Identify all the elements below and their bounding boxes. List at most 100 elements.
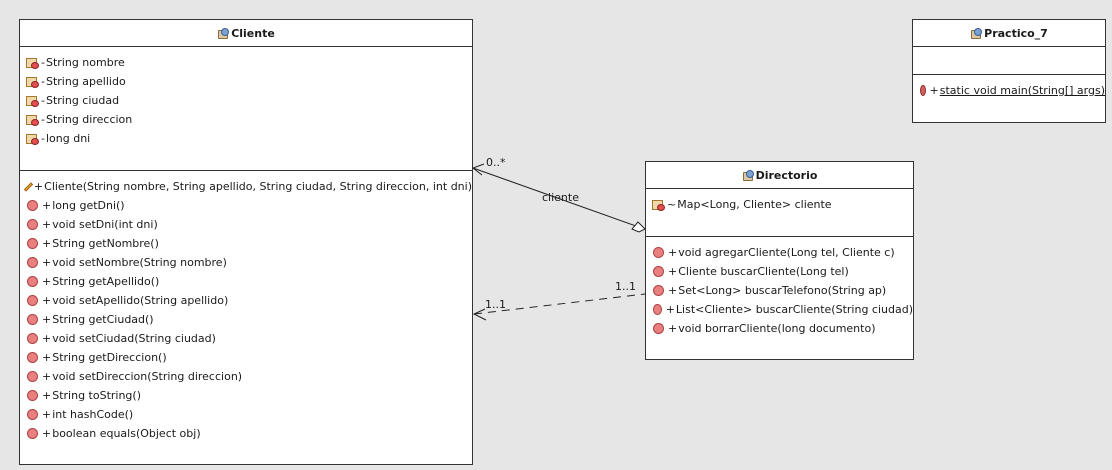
operation-text: String getDireccion() (52, 351, 167, 364)
visibility-marker: + (42, 332, 52, 345)
method-icon (653, 247, 664, 258)
method-icon (27, 371, 38, 382)
visibility-marker: - (41, 56, 45, 69)
dependency-target-multiplicity-label: 1..1 (485, 298, 506, 311)
attribute-text: String direccion (45, 113, 133, 126)
class-header: Directorio (646, 162, 913, 189)
operations-section: + static void main(String[] args) (913, 75, 1105, 100)
visibility-marker: + (42, 313, 52, 326)
attribute-row[interactable]: ~ Map<Long, Cliente> cliente (646, 195, 913, 214)
operation-text: void borrarCliente(long documento) (678, 322, 876, 335)
constructor-icon (23, 181, 34, 192)
operation-row[interactable]: + void agregarCliente(Long tel, Cliente c… (646, 243, 913, 262)
operation-row[interactable]: + long getDni() (20, 196, 472, 215)
operation-text: void agregarCliente(Long tel, Cliente c) (678, 246, 895, 259)
method-icon (27, 257, 38, 268)
operation-text: int hashCode() (52, 408, 134, 421)
operation-row[interactable]: + void setNombre(String nombre) (20, 253, 472, 272)
visibility-marker: + (42, 237, 52, 250)
field-icon (26, 133, 39, 145)
visibility-marker: + (33, 180, 44, 193)
visibility-marker: + (42, 218, 52, 231)
visibility-marker: + (929, 84, 939, 97)
aggregation-diamond (631, 221, 646, 233)
class-icon (217, 27, 230, 39)
operation-row[interactable]: + void setDireccion(String direccion) (20, 367, 472, 386)
operation-row[interactable]: + String getApellido() (20, 272, 472, 291)
operation-row[interactable]: + Cliente buscarCliente(Long tel) (646, 262, 913, 281)
class-name: Directorio (755, 168, 818, 182)
field-icon (26, 114, 39, 126)
operation-text: String getCiudad() (52, 313, 154, 326)
visibility-marker: + (42, 427, 52, 440)
method-icon (27, 238, 38, 249)
operation-text: void setNombre(String nombre) (52, 256, 227, 269)
dependency-source-multiplicity-label: 1..1 (615, 280, 636, 293)
operation-row[interactable]: + String getNombre() (20, 234, 472, 253)
operation-row[interactable]: + static void main(String[] args) (913, 81, 1105, 100)
operation-row[interactable]: + void setDni(int dni) (20, 215, 472, 234)
visibility-marker: + (665, 303, 675, 316)
visibility-marker: + (668, 265, 678, 278)
operation-row[interactable]: + boolean equals(Object obj) (20, 424, 472, 443)
field-icon (26, 76, 39, 88)
operation-row[interactable]: + void borrarCliente(long documento) (646, 319, 913, 338)
aggregation-multiplicity-label: 0..* (486, 156, 506, 169)
attribute-text: long dni (45, 132, 91, 145)
operation-text: static void main(String[] args) (939, 84, 1105, 97)
attributes-section: ~ Map<Long, Cliente> cliente (646, 189, 913, 237)
operation-row[interactable]: + Cliente(String nombre, String apellido,… (20, 177, 472, 196)
attribute-row[interactable]: - String ciudad (20, 91, 472, 110)
method-icon (27, 219, 38, 230)
field-icon (26, 95, 39, 107)
operation-text: String toString() (52, 389, 141, 402)
attribute-text: String ciudad (45, 94, 120, 107)
class-practico-7[interactable]: Practico_7 + static void main(String[] ar… (912, 19, 1106, 123)
attribute-row[interactable]: - String direccion (20, 110, 472, 129)
class-directorio[interactable]: Directorio ~ Map<Long, Cliente> cliente +… (645, 161, 914, 360)
operation-row[interactable]: + void setApellido(String apellido) (20, 291, 472, 310)
visibility-marker: + (42, 389, 52, 402)
method-icon (27, 276, 38, 287)
visibility-marker: + (668, 322, 678, 335)
attribute-text: String nombre (45, 56, 125, 69)
attribute-row[interactable]: - String nombre (20, 53, 472, 72)
method-icon (27, 428, 38, 439)
operation-text: boolean equals(Object obj) (52, 427, 201, 440)
operation-row[interactable]: + String toString() (20, 386, 472, 405)
attributes-section: - String nombre - String apellido - String ci… (20, 47, 472, 171)
visibility-marker: + (668, 284, 678, 297)
operation-row[interactable]: + String getDireccion() (20, 348, 472, 367)
method-icon (27, 200, 38, 211)
method-icon (27, 295, 38, 306)
operation-text: void setCiudad(String ciudad) (52, 332, 216, 345)
method-icon (27, 314, 38, 325)
class-name: Cliente (231, 26, 275, 40)
visibility-marker: - (41, 75, 45, 88)
operation-row[interactable]: + Set<Long> buscarTelefono(String ap) (646, 281, 913, 300)
method-icon (27, 352, 38, 363)
operation-row[interactable]: + String getCiudad() (20, 310, 472, 329)
operation-row[interactable]: + void setCiudad(String ciudad) (20, 329, 472, 348)
method-icon (653, 285, 664, 296)
attribute-row[interactable]: - long dni (20, 129, 472, 148)
method-icon (653, 323, 664, 334)
attribute-row[interactable]: - String apellido (20, 72, 472, 91)
visibility-marker: + (42, 256, 52, 269)
method-icon (27, 333, 38, 344)
visibility-marker: - (41, 94, 45, 107)
operation-text: List<Cliente> buscarCliente(String ciuda… (675, 303, 913, 316)
field-icon (652, 199, 665, 211)
class-cliente[interactable]: Cliente - String nombre - String apellido - S… (19, 19, 473, 465)
operation-row[interactable]: + List<Cliente> buscarCliente(String ciud… (646, 300, 913, 319)
method-icon (653, 266, 664, 277)
operation-text: void setDni(int dni) (52, 218, 158, 231)
operations-section: + void agregarCliente(Long tel, Cliente c… (646, 237, 913, 338)
operation-text: long getDni() (52, 199, 125, 212)
method-icon (27, 390, 38, 401)
visibility-marker: ~ (667, 198, 677, 211)
method-icon (653, 304, 662, 315)
class-icon (742, 169, 754, 181)
visibility-marker: + (42, 275, 52, 288)
operation-row[interactable]: + int hashCode() (20, 405, 472, 424)
